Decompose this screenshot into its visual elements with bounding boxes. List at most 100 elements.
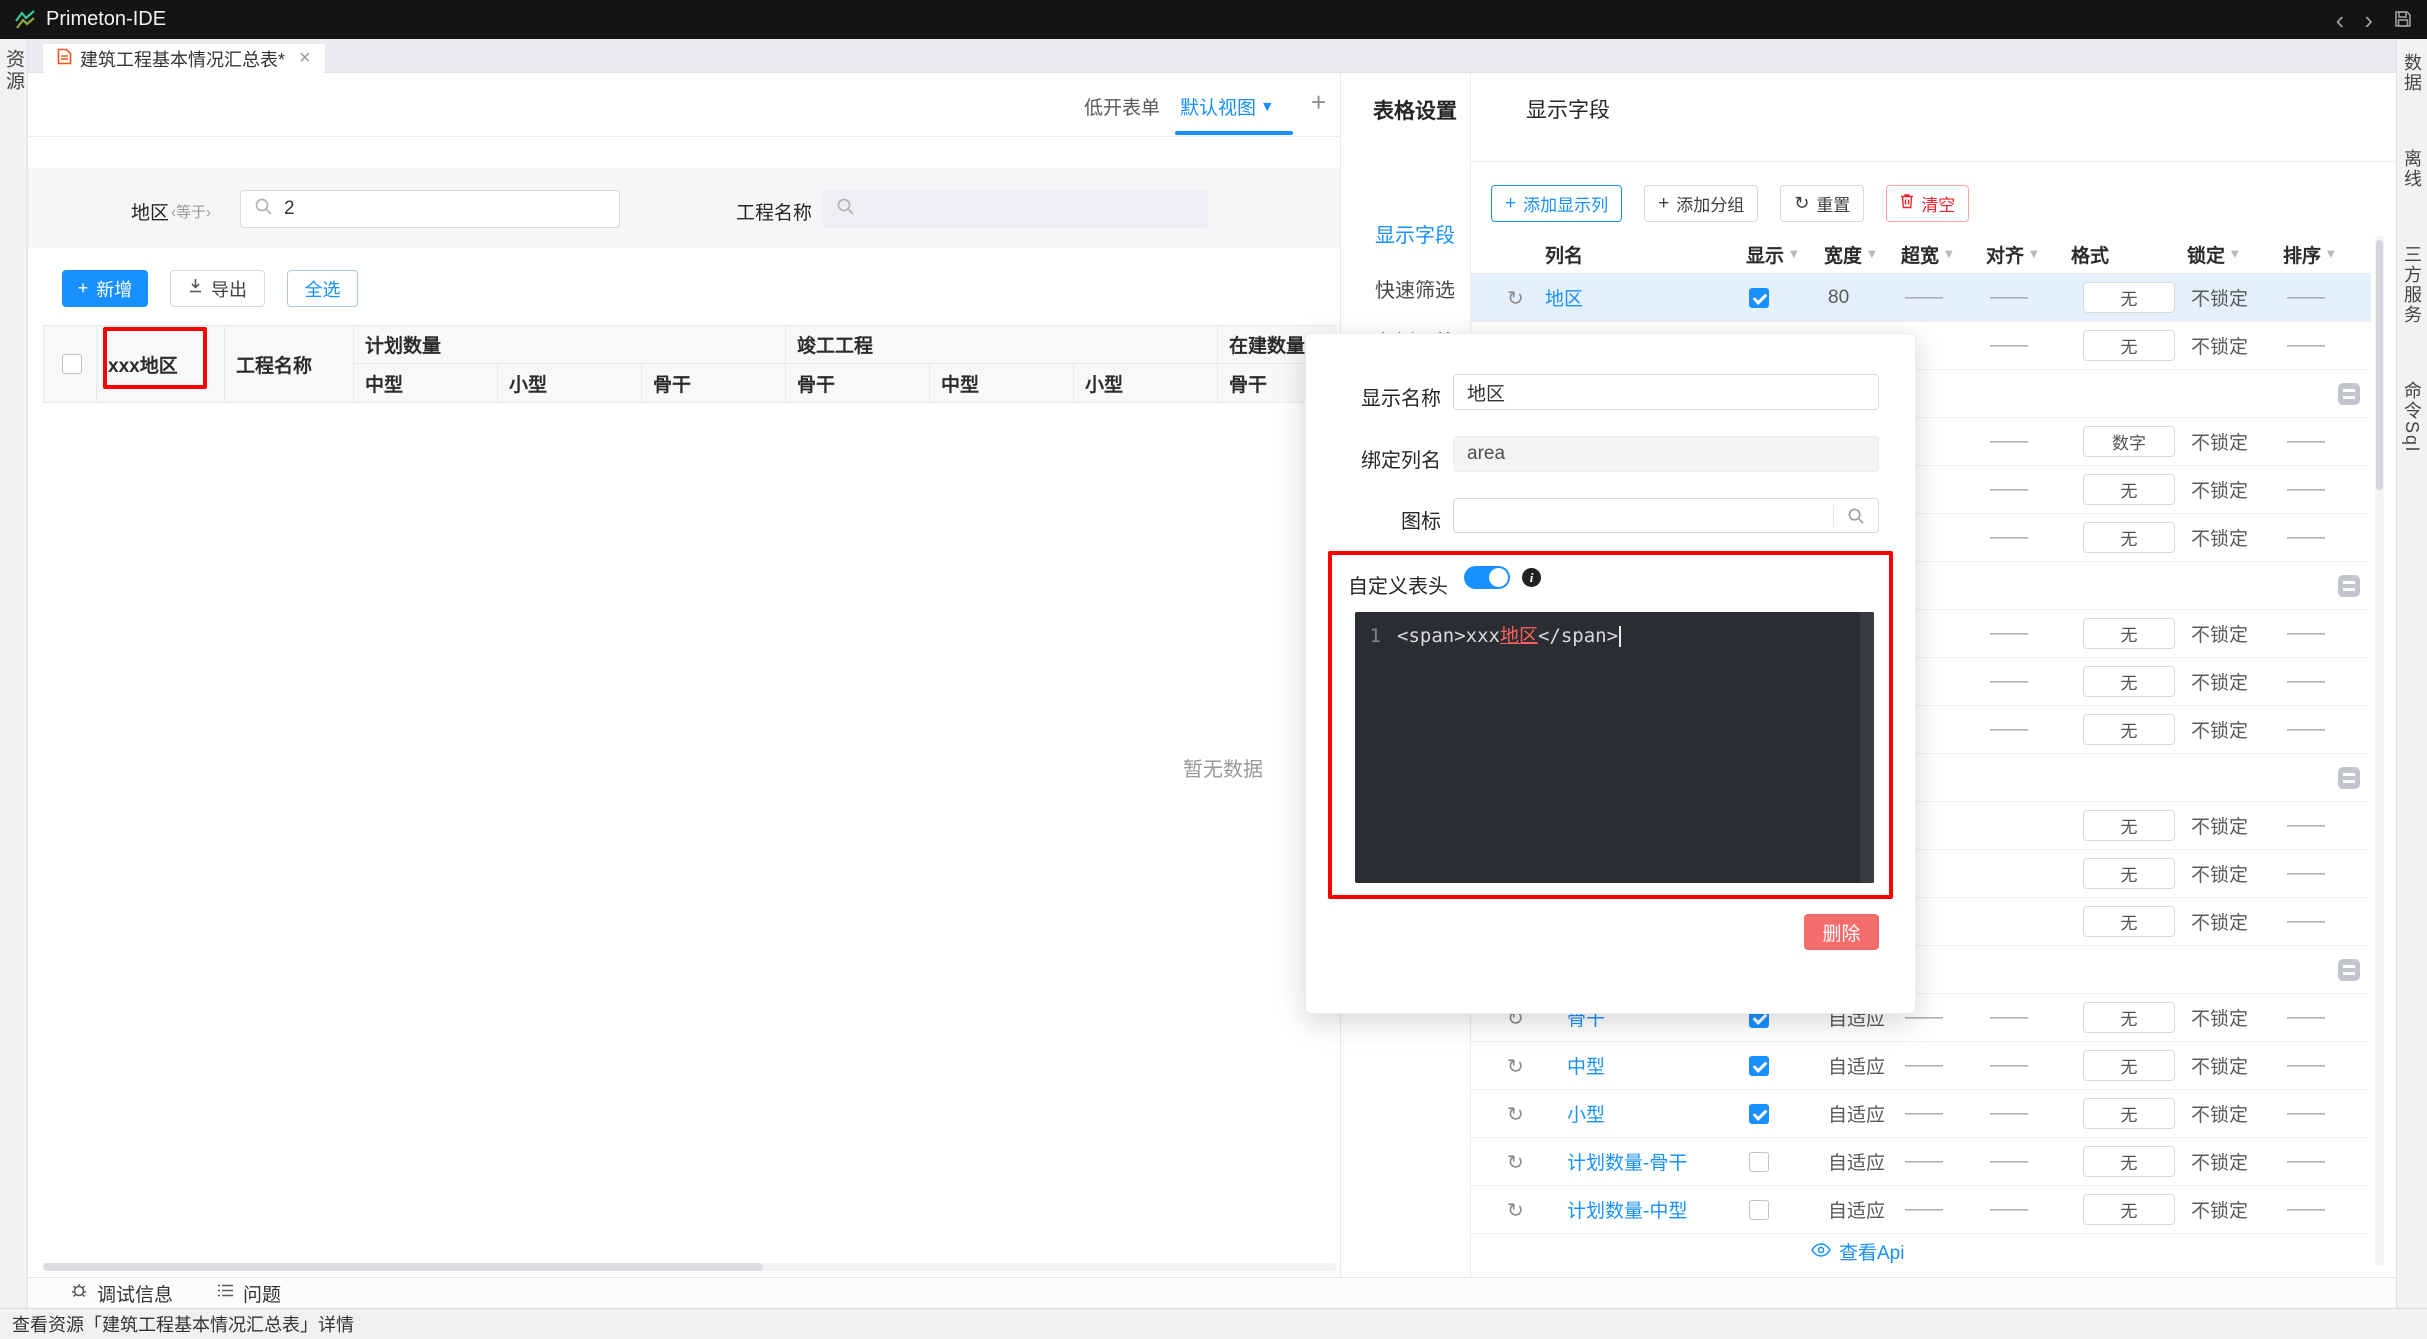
column-header-wide[interactable]: 超宽 ▼	[1901, 236, 1986, 273]
column-header-sort[interactable]: 排序 ▼	[2283, 236, 2338, 273]
rail-item-thirdparty[interactable]: 三方服务	[2399, 245, 2425, 325]
view-api-link[interactable]: 查看Api	[1811, 1238, 1904, 1265]
field-name-link[interactable]: 中型	[1567, 1052, 1605, 1079]
area-search-input[interactable]: 2	[240, 190, 620, 228]
scrollbar-thumb[interactable]	[2376, 240, 2383, 490]
format-button[interactable]: 无	[2083, 1194, 2175, 1225]
column-header-align[interactable]: 对齐 ▼	[1986, 236, 2071, 273]
format-button[interactable]: 无	[2083, 1146, 2175, 1177]
format-button[interactable]: 无	[2083, 666, 2175, 697]
nav-item-quick-filter[interactable]: 快速筛选	[1375, 274, 1455, 303]
refresh-icon[interactable]: ↻	[1507, 1054, 1524, 1078]
nav-back-icon[interactable]: ‹	[2336, 7, 2345, 33]
column-header[interactable]: 小型	[498, 364, 642, 403]
column-header[interactable]: 小型	[1074, 364, 1218, 403]
column-header-name[interactable]: 列名	[1545, 236, 1746, 273]
delete-field-button[interactable]: 删除	[1804, 914, 1879, 950]
group-icon[interactable]	[2338, 574, 2360, 597]
display-checkbox[interactable]	[1749, 1055, 1769, 1076]
display-checkbox[interactable]	[1749, 287, 1769, 308]
caret-down-icon[interactable]: ▼	[2327, 249, 2335, 260]
column-header[interactable]: 骨干	[642, 364, 786, 403]
format-button[interactable]: 无	[2083, 858, 2175, 889]
editor-scrollbar[interactable]	[1860, 612, 1874, 883]
refresh-icon[interactable]: ↻	[1507, 1102, 1524, 1126]
format-button[interactable]: 无	[2083, 282, 2175, 313]
column-header-width[interactable]: 宽度 ▼	[1824, 236, 1901, 273]
format-button[interactable]: 无	[2083, 810, 2175, 841]
column-header[interactable]: 中型	[930, 364, 1074, 403]
column-header-lock[interactable]: 锁定 ▼	[2187, 236, 2283, 273]
clear-button[interactable]: 清空	[1886, 185, 1970, 222]
tab-close-icon[interactable]: ×	[299, 47, 311, 70]
project-name-search-input[interactable]	[822, 190, 1208, 228]
display-checkbox[interactable]	[1749, 1199, 1769, 1220]
column-header-project-name[interactable]: 工程名称	[225, 326, 354, 403]
reset-button[interactable]: ↻ 重置	[1780, 185, 1865, 222]
field-name-link[interactable]: 小型	[1567, 1100, 1605, 1127]
refresh-icon[interactable]: ↻	[1507, 1198, 1524, 1222]
select-all-checkbox[interactable]	[61, 354, 82, 374]
format-button[interactable]: 无	[2083, 906, 2175, 937]
scrollbar-thumb[interactable]	[43, 1263, 763, 1271]
display-checkbox[interactable]	[1749, 1103, 1769, 1124]
horizontal-scrollbar[interactable]	[43, 1263, 1337, 1271]
format-button[interactable]: 无	[2083, 714, 2175, 745]
problems-tab[interactable]: 问题	[217, 1280, 281, 1307]
select-all-button[interactable]: 全选	[287, 270, 358, 307]
caret-down-icon[interactable]: ▼	[2231, 249, 2239, 260]
add-display-column-button[interactable]: + 添加显示列	[1491, 185, 1623, 222]
refresh-icon[interactable]: ↻	[1507, 286, 1524, 310]
info-icon[interactable]: i	[1522, 568, 1541, 587]
add-record-button[interactable]: + 新增	[62, 270, 148, 307]
column-header[interactable]: 中型	[354, 364, 498, 403]
vertical-scrollbar[interactable]	[2375, 236, 2384, 1266]
code-editor[interactable]: 1 <span>xxx地区</span>	[1355, 612, 1874, 883]
format-button[interactable]: 无	[2083, 330, 2175, 361]
display-checkbox[interactable]	[1749, 1151, 1769, 1172]
group-icon[interactable]	[2338, 958, 2360, 981]
format-button[interactable]: 无	[2083, 474, 2175, 505]
field-name-link[interactable]: 计划数量-骨干	[1567, 1148, 1687, 1175]
debug-info-tab[interactable]: 调试信息	[70, 1280, 173, 1307]
caret-down-icon[interactable]: ▼	[1790, 249, 1798, 260]
format-button[interactable]: 数字	[2083, 426, 2175, 457]
column-header[interactable]: 骨干	[786, 364, 930, 403]
default-view-tab[interactable]: 默认视图 ▼	[1180, 93, 1271, 120]
field-name-link[interactable]: 地区	[1545, 284, 1583, 311]
nav-item-display-fields[interactable]: 显示字段	[1375, 219, 1455, 248]
caret-down-icon[interactable]: ▼	[1945, 249, 1953, 260]
add-group-button[interactable]: + 添加分组	[1644, 185, 1759, 222]
refresh-icon[interactable]: ↻	[1507, 1150, 1524, 1174]
field-name-link[interactable]: 计划数量-中型	[1567, 1196, 1687, 1223]
resources-rail-item[interactable]: 资源	[0, 49, 27, 93]
save-icon[interactable]	[2393, 7, 2413, 33]
display-name-input[interactable]: 地区	[1453, 374, 1879, 410]
rail-item-data[interactable]: 数据	[2399, 53, 2425, 93]
custom-header-toggle[interactable]	[1464, 566, 1510, 589]
column-header-format[interactable]: 格式	[2071, 236, 2187, 273]
tab-report[interactable]: 建筑工程基本情况汇总表* ×	[43, 44, 325, 73]
group-icon[interactable]	[2338, 382, 2360, 405]
sort-value: ——	[2287, 430, 2325, 452]
column-header-area[interactable]: xxx地区	[97, 326, 225, 403]
format-button[interactable]: 无	[2083, 1050, 2175, 1081]
format-button[interactable]: 无	[2083, 1002, 2175, 1033]
caret-down-icon[interactable]: ▼	[1868, 249, 1876, 260]
nav-forward-icon[interactable]: ›	[2364, 7, 2373, 33]
low-code-form-label[interactable]: 低开表单	[1084, 93, 1160, 120]
filter-area-operator[interactable]: ‹等于›	[171, 201, 211, 222]
format-button[interactable]: 无	[2083, 522, 2175, 553]
format-button[interactable]: 无	[2083, 618, 2175, 649]
rail-item-offline[interactable]: 离线	[2399, 149, 2425, 189]
add-view-button[interactable]: +	[1311, 87, 1326, 118]
overwide-value: ——	[1905, 1150, 1943, 1172]
format-button[interactable]: 无	[2083, 1098, 2175, 1129]
icon-input[interactable]	[1453, 498, 1879, 533]
icon-search-button[interactable]	[1833, 504, 1865, 527]
column-header-check[interactable]: 显示 ▼	[1746, 236, 1824, 273]
export-button[interactable]: 导出	[170, 270, 265, 307]
group-icon[interactable]	[2338, 766, 2360, 789]
rail-item-sql[interactable]: 命令Sql	[2399, 381, 2425, 453]
caret-down-icon[interactable]: ▼	[2030, 249, 2038, 260]
